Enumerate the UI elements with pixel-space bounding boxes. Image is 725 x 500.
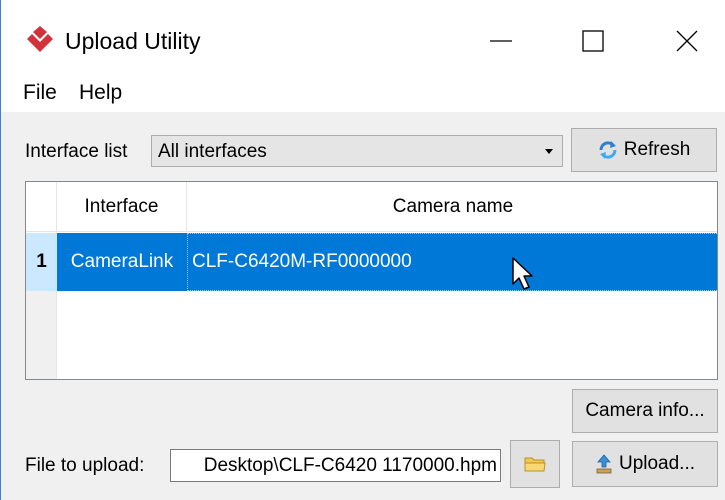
file-path-input[interactable]: Desktop\CLF-C6420 1170000.hpm: [170, 449, 501, 482]
column-header-interface[interactable]: Interface: [57, 182, 187, 232]
maximize-button[interactable]: [563, 16, 623, 66]
dropdown-arrow-icon: [545, 149, 553, 154]
app-logo-icon: [27, 26, 53, 52]
menu-help[interactable]: Help: [75, 81, 126, 105]
camera-table: Interface Camera name 1 CameraLink CLF-C…: [25, 181, 718, 380]
file-to-upload-label: File to upload:: [25, 455, 145, 476]
cell-interface[interactable]: CameraLink: [57, 233, 187, 291]
interface-list-value: All interfaces: [158, 141, 267, 162]
file-path-value: Desktop\CLF-C6420 1170000.hpm: [203, 455, 497, 476]
window-title: Upload Utility: [65, 28, 201, 54]
minimize-icon: [490, 40, 512, 42]
maximize-icon: [582, 30, 604, 52]
cell-camera-name[interactable]: CLF-C6420M-RF0000000: [187, 233, 717, 291]
minimize-button[interactable]: [471, 16, 531, 66]
upload-icon: [596, 454, 612, 474]
interface-list-label: Interface list: [25, 141, 128, 162]
upload-utility-window: Upload Utility File Help Interface list …: [0, 0, 725, 500]
refresh-icon: [599, 141, 617, 159]
table-corner-header: [26, 182, 57, 232]
interface-list-dropdown[interactable]: All interfaces: [151, 135, 563, 167]
title-bar[interactable]: Upload Utility: [1, 0, 725, 78]
browse-folder-button[interactable]: [510, 440, 560, 488]
camera-info-button-label: Camera info...: [585, 400, 705, 421]
refresh-button-label: Refresh: [623, 139, 691, 160]
camera-info-button[interactable]: Camera info...: [572, 389, 718, 433]
menu-file[interactable]: File: [19, 81, 61, 105]
close-button[interactable]: [657, 16, 717, 66]
folder-icon: [524, 457, 546, 472]
column-header-camera-name[interactable]: Camera name: [187, 182, 717, 232]
mouse-cursor-icon: [512, 257, 533, 290]
row-header[interactable]: 1: [26, 233, 57, 291]
refresh-button[interactable]: Refresh: [571, 128, 717, 172]
close-icon: [676, 30, 698, 52]
menu-bar: File Help: [1, 78, 725, 112]
upload-button[interactable]: Upload...: [572, 441, 718, 487]
upload-button-label: Upload...: [618, 453, 696, 474]
row-header-empty-area: [26, 291, 57, 379]
